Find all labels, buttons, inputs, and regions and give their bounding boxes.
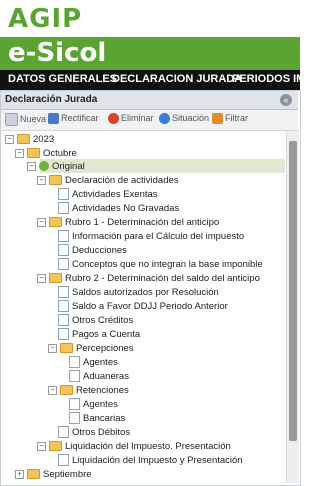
folder-icon	[49, 441, 62, 452]
tree-node-liquidacion[interactable]: − Liquidación del Impuesto. Presentación	[37, 440, 231, 454]
toolbar: Nueva Rectificar Eliminar Situación Filt…	[1, 110, 298, 131]
collapse-icon[interactable]: «	[280, 94, 292, 106]
tree-node-octubre[interactable]: − Octubre	[15, 147, 77, 161]
eliminar-label: Eliminar	[121, 113, 154, 123]
info-icon	[159, 113, 170, 125]
nueva-button[interactable]: Nueva	[5, 113, 46, 127]
collapse-toggle-icon[interactable]: −	[5, 134, 14, 144]
rectificar-button[interactable]: Rectificar	[48, 113, 99, 127]
panel-title: Declaración Jurada	[5, 94, 98, 105]
pencil-icon	[48, 113, 59, 125]
document-icon	[58, 230, 69, 243]
tree-node-agentes-percepciones[interactable]: Agentes	[69, 356, 118, 370]
collapse-toggle-icon[interactable]: −	[15, 148, 24, 158]
tree-node-no-gravadas[interactable]: Actividades No Gravadas	[58, 202, 179, 216]
tree-node-aduaneras[interactable]: Aduaneras	[69, 370, 129, 384]
new-doc-icon	[5, 113, 18, 126]
menu-datos-generales[interactable]: DATOS GENERALES	[8, 73, 117, 85]
tree-node-saldo-favor[interactable]: Saldo a Favor DDJJ Periodo Anterior	[58, 300, 228, 314]
collapse-toggle-icon[interactable]: −	[37, 273, 46, 283]
document-icon	[58, 314, 69, 327]
document-icon	[58, 328, 69, 341]
tree-node-otros-creditos[interactable]: Otros Créditos	[58, 314, 133, 328]
menu-periodos[interactable]: PERIODOS IMPA	[232, 73, 300, 85]
folder-icon	[27, 469, 40, 480]
tree-node-rubro1[interactable]: − Rubro 1 - Determinación del anticipo	[37, 216, 219, 230]
tree-node-conceptos[interactable]: Conceptos que no integran la base imponi…	[58, 258, 263, 272]
tree-node-bancarias[interactable]: Bancarias	[69, 412, 125, 426]
situacion-button[interactable]: Situación	[159, 113, 209, 127]
filtrar-label: Filtrar	[225, 113, 248, 123]
filtrar-button[interactable]: Filtrar	[212, 113, 248, 127]
tree-node-original[interactable]: − Original	[27, 160, 85, 174]
tree-node-2023[interactable]: −2023	[5, 133, 54, 147]
document-icon	[58, 202, 69, 215]
rectificar-label: Rectificar	[61, 113, 99, 123]
document-icon	[58, 300, 69, 313]
eliminar-button[interactable]: Eliminar	[108, 113, 154, 127]
header: AGIP e-Sicol	[0, 0, 300, 70]
folder-icon	[49, 175, 62, 186]
folder-icon	[17, 134, 30, 145]
document-icon	[58, 188, 69, 201]
menu-declaracion-jurada[interactable]: DECLARACION JURADA	[112, 73, 242, 85]
folder-icon	[49, 273, 62, 284]
main-menu: DATOS GENERALES DECLARACION JURADA PERIO…	[0, 70, 300, 90]
tree-node-deducciones[interactable]: Deducciones	[58, 244, 127, 258]
tree-scrollbar[interactable]	[286, 131, 299, 483]
brand-bar: e-Sicol	[0, 37, 300, 70]
collapse-toggle-icon[interactable]: −	[37, 175, 46, 185]
document-icon	[58, 244, 69, 257]
tree-node-saldos[interactable]: Saldos autorizados por Resolución	[58, 286, 219, 300]
filter-icon	[212, 113, 223, 125]
tree-node-liquidacion-presentacion[interactable]: Liquidación del Impuesto y Presentación	[58, 454, 243, 468]
tree-node-declaracion[interactable]: − Declaración de actividades	[37, 174, 179, 188]
folder-icon	[27, 148, 40, 159]
tree-node-exentas[interactable]: Actividades Exentas	[58, 188, 158, 202]
folder-icon	[49, 217, 62, 228]
tree-node-agentes-retenciones[interactable]: Agentes	[69, 398, 118, 412]
collapse-toggle-icon[interactable]: −	[48, 343, 57, 353]
situacion-label: Situación	[172, 113, 210, 123]
tree-node-rubro2[interactable]: − Rubro 2 - Determinación del saldo del a…	[37, 272, 260, 286]
tree-node-pagos[interactable]: Pagos a Cuenta	[58, 328, 140, 342]
agip-logo: AGIP	[8, 4, 83, 34]
document-icon	[69, 398, 80, 411]
delete-icon	[108, 113, 119, 125]
document-icon	[69, 412, 80, 425]
folder-icon	[60, 343, 73, 354]
tree-node-percepciones[interactable]: − Percepciones	[48, 342, 134, 356]
expand-toggle-icon[interactable]: +	[15, 469, 24, 479]
collapse-toggle-icon[interactable]: −	[37, 217, 46, 227]
tree-node-info-calculo[interactable]: Información para el Cálculo del impuesto	[58, 230, 244, 244]
document-icon	[58, 286, 69, 299]
folder-icon	[60, 385, 73, 396]
document-icon	[58, 426, 69, 439]
document-icon	[58, 454, 69, 467]
check-icon	[39, 161, 49, 172]
brand-title: e-Sicol	[8, 38, 107, 68]
nueva-label: Nueva	[20, 113, 47, 124]
document-icon	[58, 258, 69, 271]
tree-node-retenciones[interactable]: − Retenciones	[48, 384, 129, 398]
tree-node-septiembre[interactable]: + Septiembre	[15, 468, 92, 482]
collapse-toggle-icon[interactable]: −	[48, 385, 57, 395]
panel-header: Declaración Jurada «	[1, 91, 298, 110]
tree-node-otros-debitos[interactable]: Otros Débitos	[58, 426, 130, 440]
document-icon	[69, 370, 80, 383]
collapse-toggle-icon[interactable]: −	[37, 441, 46, 451]
collapse-toggle-icon[interactable]: −	[27, 161, 36, 171]
document-icon	[69, 356, 80, 369]
scrollbar-thumb[interactable]	[289, 141, 297, 441]
declaracion-tree: −2023 − Octubre − Original − Declaración de…	[1, 131, 286, 483]
